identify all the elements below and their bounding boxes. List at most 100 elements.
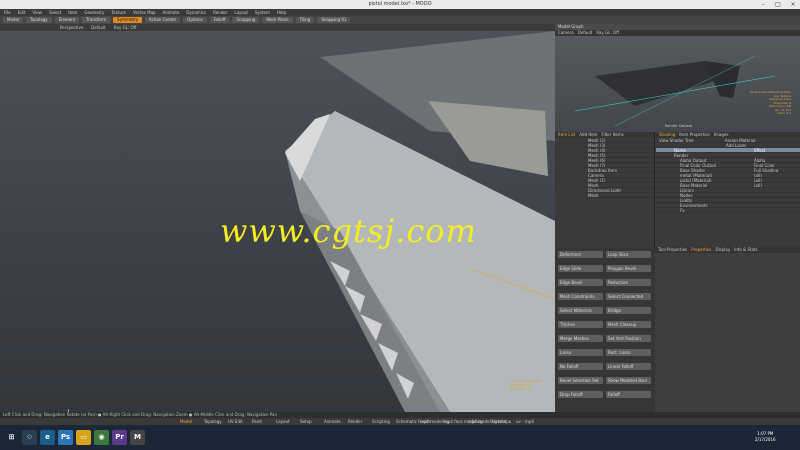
view-style[interactable]: Default [91,24,106,31]
tool-button[interactable]: Merge Meshes [558,335,603,342]
tool-button[interactable]: Set Vert Position [606,335,651,342]
cortana-search-icon[interactable]: ○ [22,430,37,445]
tool-button[interactable]: Show Modeled Bars [606,377,651,384]
menu-system[interactable]: System [255,9,270,16]
item-list-panel: Item List Add Item Filter Items Mesh (2)… [555,132,655,247]
tab-info[interactable]: Info & Stats [734,247,757,253]
edge-icon[interactable]: e [40,430,55,445]
tool-tiling[interactable]: Tiling [295,17,315,23]
layout-tab[interactable]: Model [180,418,192,425]
tool-falloff[interactable]: Falloff [209,17,230,23]
layout-tab[interactable]: Scripting [372,418,390,425]
premiere-icon[interactable]: Pr [112,430,127,445]
toolbar: Model Topology Element Transform Symmetry Act… [0,16,800,24]
tool-snapping[interactable]: Snapping [232,17,260,23]
layout-tab[interactable]: Setup [300,418,312,425]
menu-layout[interactable]: Layout [234,9,248,16]
tool-button[interactable]: Select Connected [606,293,651,300]
tool-button[interactable]: Linear Falloff [606,363,651,370]
tool-button[interactable]: No Falloff [558,363,603,370]
tool-symmetry[interactable]: Symmetry [113,17,142,23]
preview-model [574,55,776,127]
camera-preview[interactable]: Perspective Reference Item GL: Texture Pol… [555,36,800,132]
tool-topology[interactable]: Topology [26,17,52,23]
minimize-button[interactable]: – [756,0,770,9]
layout-tab[interactable]: UV Edit [228,418,243,425]
layout-tab[interactable]: Unbind [492,418,506,425]
menu-render[interactable]: Render [213,9,227,16]
tool-options[interactable]: Options [183,17,207,23]
shader-row-name: Fx [680,208,685,213]
preview-label: Render Camera [665,124,693,128]
menu-texture[interactable]: Texture [111,9,126,16]
chrome-icon[interactable]: ◉ [94,430,109,445]
explorer-icon[interactable]: ▭ [76,430,91,445]
menu-vertex-map[interactable]: Vertex Map [133,9,156,16]
tool-button[interactable]: Select Materials [558,307,603,314]
tool-button[interactable]: Falloff [606,391,651,398]
menu-select[interactable]: Select [49,9,61,16]
watermark: www.cgtsj.com [220,212,477,250]
tool-element[interactable]: Element [54,17,80,23]
toolbox-panel: Deformers Loop Slice Edge Slide Polygon Bev… [555,247,655,412]
layout-tab[interactable]: Topology [204,418,222,425]
tool-button[interactable]: Edge Bevel [558,279,603,286]
tool-button[interactable]: Loop Slice [606,251,651,258]
item-list: Mesh (2) Mesh (3) Mesh (4) Mesh (5) Mesh (6)… [555,138,654,198]
menu-geometry[interactable]: Geometry [84,9,104,16]
windows-start-icon[interactable]: ⊞ [4,430,19,445]
tool-button[interactable]: Rect. Lasso [606,349,651,356]
tab-item-list[interactable]: Item List [558,132,575,138]
layout-tab[interactable]: uv - mp4 [516,418,534,425]
layout-tab[interactable]: Render [348,418,362,425]
raygl-toggle[interactable]: Ray GL: Off [114,24,137,31]
tool-button[interactable]: Bridge [606,307,651,314]
shader-tree-panel: Shading Item Properties Images View Shad… [656,132,800,247]
shader-row[interactable]: Fx [656,208,800,213]
tool-work-plane[interactable]: Work Plane [262,17,293,23]
title-bar: pistol model.lxo* - MODO – □ × [0,0,800,9]
clock-date: 2/17/2016 [755,437,776,442]
window-title: pistol model.lxo* - MODO [368,1,432,7]
photoshop-icon[interactable]: Ps [58,430,73,445]
maximize-button[interactable]: □ [771,0,785,9]
shader-tree: Render Alpha Output Alpha Final Color Outpu… [656,153,800,213]
menu-view[interactable]: View [32,9,42,16]
modo-icon[interactable]: M [130,430,145,445]
tab-properties[interactable]: Properties [691,247,711,253]
menu-animate[interactable]: Animate [163,9,180,16]
backdrop-sketch [428,101,548,176]
tool-button[interactable]: Bevel Selection Set [558,377,603,384]
tool-button[interactable]: Mesh Cleanup [606,321,651,328]
tool-button[interactable]: Reduction [606,279,651,286]
tab-display[interactable]: Display [715,247,730,253]
viewport-info: No items selected Channels: 0 Polygons: … [510,379,542,391]
layout-tab[interactable]: Paint [252,418,262,425]
layout-tab[interactable]: Animate [324,418,341,425]
close-button[interactable]: × [786,0,800,9]
tool-action-center[interactable]: Action Center [144,17,181,23]
tab-tool-properties[interactable]: Tool Properties [658,247,687,253]
tool-button[interactable]: Drop Falloff [558,391,603,398]
menu-dynamics[interactable]: Dynamics [186,9,206,16]
layout-tabs: Model Topology UV Edit Paint Layout Setup Anim… [0,418,800,425]
tool-button[interactable]: Thicken [558,321,603,328]
tool-button[interactable]: Mesh Constraints [558,293,603,300]
right-panel: Model Graph Camera Default Ray GL: Off P… [555,24,800,412]
menu-edit[interactable]: Edit [18,9,26,16]
tool-button[interactable]: Edge Slide [558,265,603,272]
layout-tab[interactable]: Layout [276,418,290,425]
viewport-header: Perspective Default Ray GL: Off [0,24,555,31]
menu-help[interactable]: Help [277,9,286,16]
menu-file[interactable]: File [4,9,11,16]
tool-button[interactable]: Lasso [558,349,603,356]
tool-model[interactable]: Model [3,17,24,23]
tool-button[interactable]: Polygon Bevel [606,265,651,272]
item-list-row[interactable]: Mesh [585,193,654,198]
tool-transform[interactable]: Transform [82,17,111,23]
menu-item[interactable]: Item [68,9,77,16]
tool-button[interactable]: Deformers [558,251,603,258]
view-mode[interactable]: Perspective [60,24,83,31]
clock[interactable]: 1:07 PM 2/17/2016 [755,431,776,443]
tool-snapping-01[interactable]: Snapping 01 [317,17,351,23]
